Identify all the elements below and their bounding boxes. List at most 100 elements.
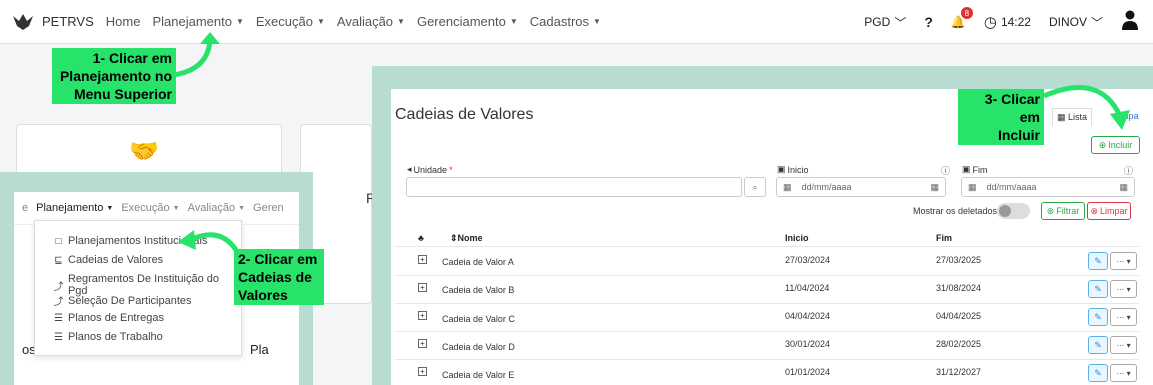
more-options-button[interactable]: ··· ▾	[1110, 336, 1137, 354]
document-icon: □	[55, 235, 62, 247]
callout-line: Planejamento no	[59, 68, 172, 84]
user-menu[interactable]: DINOV ﹀	[1049, 14, 1103, 31]
callout-line: 1- Clicar em	[92, 50, 172, 66]
list-icon: ☰	[54, 331, 63, 343]
page-title: Cadeias de Valores	[395, 106, 534, 123]
chevron-down-icon: ﹀	[894, 15, 907, 30]
required-mark: *	[449, 164, 453, 175]
table-cell-inicio: 11/04/2024	[785, 283, 830, 293]
edit-icon: ✎	[1094, 255, 1102, 266]
caret-down-icon: ▼	[235, 17, 244, 26]
inicio-date-input[interactable]: ▦ dd/mm/aaaa ▦	[776, 177, 946, 197]
notification-badge: 8	[960, 7, 973, 19]
caret-down-icon: ▼	[238, 204, 246, 212]
calendar-icon: ▣	[962, 164, 971, 174]
fim-label: ▣ Fim	[962, 164, 988, 175]
more-options-button[interactable]: ··· ▾	[1110, 364, 1137, 382]
nav-planejamento[interactable]: Planejamento ▼	[152, 14, 243, 29]
expand-icon[interactable]: +	[418, 339, 427, 348]
table-cell-fim: 31/12/2027	[936, 367, 982, 377]
calendar-icon: ▦	[930, 181, 939, 192]
callout-line: 2- Clicar em	[238, 251, 318, 267]
more-options-button[interactable]: ··· ▾	[1110, 252, 1137, 270]
caret-down-icon: ▼	[397, 17, 405, 26]
expand-icon[interactable]: +	[418, 367, 427, 376]
column-header-nome[interactable]: ⇕Nome	[450, 233, 483, 244]
plus-circle-icon: ⊕	[1098, 139, 1107, 150]
user-avatar-icon[interactable]	[1121, 10, 1139, 35]
table-divider	[395, 303, 1139, 304]
edit-button[interactable]: ✎	[1088, 336, 1108, 354]
callout-line: Cadeias de	[238, 269, 312, 285]
incluir-button[interactable]: ⊕ Incluir	[1091, 136, 1140, 154]
nav-home[interactable]: Home	[106, 14, 141, 29]
unidade-search-button[interactable]: ⌕	[744, 177, 766, 197]
expand-icon[interactable]: +	[418, 311, 427, 320]
callout-line: Valores	[238, 287, 288, 303]
mini-nav-gerenciamento[interactable]: Geren	[253, 202, 284, 214]
help-button[interactable]: ?	[924, 14, 933, 30]
limpar-button[interactable]: ⊗ Limpar	[1087, 202, 1131, 220]
caret-down-icon: ▼	[316, 17, 325, 26]
edit-button[interactable]: ✎	[1088, 364, 1108, 382]
mini-nav-home[interactable]: e	[22, 202, 28, 214]
unidade-input[interactable]	[406, 177, 742, 197]
menu-item-cadeias-de-valores[interactable]: ⊑ Cadeias de Valores	[53, 254, 163, 266]
clock-display: ◷ 14:22	[983, 14, 1031, 31]
table-cell-inicio: 27/03/2024	[785, 255, 831, 265]
column-header-inicio[interactable]: Inicio	[785, 233, 809, 243]
chevron-down-icon: ﹀	[1090, 15, 1103, 30]
calendar-icon: ▦	[1119, 181, 1128, 192]
menu-item-planos-entregas[interactable]: ☰ Planos de Entregas	[53, 312, 164, 324]
clock-icon: ◷	[983, 14, 997, 31]
caret-down-icon: ▼	[172, 204, 180, 212]
table-cell-inicio: 30/01/2024	[785, 339, 831, 349]
fim-date-input[interactable]: ▦ dd/mm/aaaa ▦	[961, 177, 1135, 197]
column-header-fim[interactable]: Fim	[936, 233, 952, 243]
nav-cadastros[interactable]: Cadastros ▼	[530, 14, 601, 29]
tree-icon: ⊑	[54, 254, 63, 266]
nav-avaliacao[interactable]: Avaliação ▼	[337, 14, 405, 29]
expand-icon[interactable]: +	[418, 255, 427, 264]
table-divider	[395, 331, 1139, 332]
nav-execucao[interactable]: Execução ▼	[256, 14, 325, 29]
table-cell-fim: 27/03/2025	[936, 255, 982, 265]
menu-item-selecao-participantes[interactable]: ⤴ Seleção De Participantes	[53, 293, 192, 309]
table-cell-inicio: 01/01/2024	[785, 367, 831, 377]
mini-nav-planejamento[interactable]: Planejamento ▼	[36, 202, 113, 214]
edit-button[interactable]: ✎	[1088, 280, 1108, 298]
search-icon: ⌕	[752, 181, 758, 192]
callout-line: 3- Clicar em	[984, 91, 1040, 125]
table-divider	[395, 275, 1139, 276]
edit-icon: ✎	[1094, 367, 1102, 378]
table-cell-fim: 31/08/2024	[936, 283, 982, 293]
edit-button[interactable]: ✎	[1088, 252, 1108, 270]
table-cell-nome: Cadeia de Valor C	[442, 314, 515, 324]
handshake-icon: 🤝	[129, 138, 159, 165]
mostrar-deletados-toggle[interactable]	[997, 203, 1030, 219]
more-options-button[interactable]: ··· ▾	[1110, 280, 1137, 298]
nav-gerenciamento[interactable]: Gerenciamento ▼	[417, 14, 518, 29]
notifications-button[interactable]: 🔔 8	[951, 7, 973, 29]
expand-icon[interactable]: +	[418, 283, 427, 292]
arrow-icon	[172, 32, 220, 78]
filtrar-button[interactable]: ⊛ Filtrar	[1041, 202, 1085, 220]
arrow-icon	[1043, 85, 1130, 130]
brand-name[interactable]: PETRVS	[42, 14, 94, 29]
more-options-button[interactable]: ··· ▾	[1110, 308, 1137, 326]
callout-step-2: 2- Clicar em Cadeias de Valores	[234, 249, 324, 305]
petrvs-logo-icon[interactable]	[10, 11, 36, 33]
mostrar-deletados-label: Mostrar os deletados	[913, 206, 998, 216]
mini-nav-avaliacao[interactable]: Avaliação ▼	[188, 202, 245, 214]
table-divider	[395, 246, 1139, 247]
callout-line: Menu Superior	[73, 86, 172, 102]
callout-line: Incluir	[997, 127, 1040, 143]
menu-item-planos-trabalho[interactable]: ☰ Planos de Trabalho	[53, 331, 163, 343]
chart-icon: ⤴	[53, 281, 64, 293]
mini-nav-execucao[interactable]: Execução ▼	[121, 202, 179, 214]
pgd-menu[interactable]: PGD ﹀	[864, 14, 906, 31]
filter-icon: ⊛	[1046, 205, 1055, 216]
table-cell-fim: 04/04/2025	[936, 311, 982, 321]
tree-expand-all-icon[interactable]: ♣	[418, 233, 424, 243]
edit-button[interactable]: ✎	[1088, 308, 1108, 326]
